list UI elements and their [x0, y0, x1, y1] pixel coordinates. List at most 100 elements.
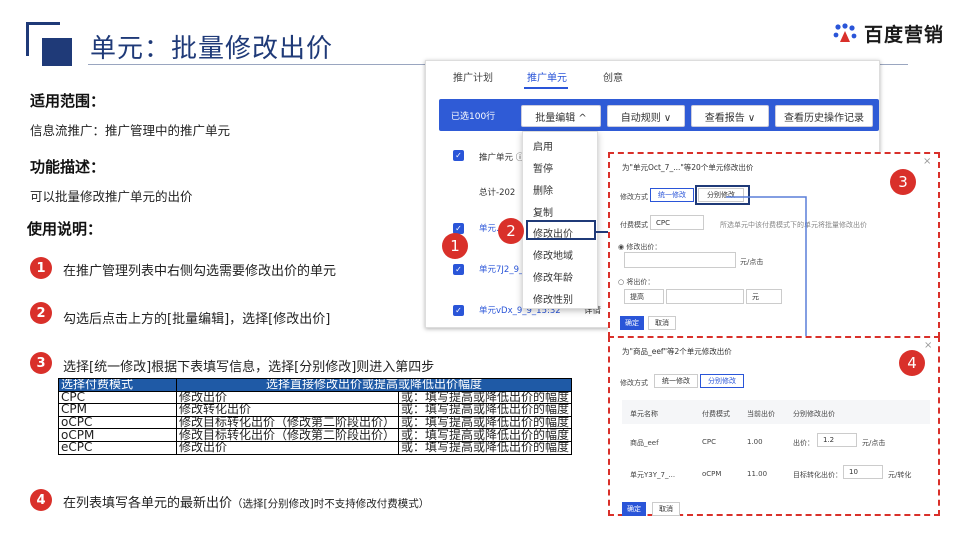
tab-creatives[interactable]: 创意: [603, 69, 623, 84]
dialog3-cancel-button[interactable]: 取消: [648, 316, 676, 330]
view-report-button[interactable]: 查看报告 ∨: [691, 105, 769, 127]
unified-modify-tab[interactable]: 统一修改: [650, 188, 694, 202]
cell-action: 修改目标转化出价（修改第二阶段出价）: [176, 415, 399, 430]
row-bid-label: 出价：: [793, 439, 814, 447]
row-bid-input[interactable]: 10: [843, 465, 883, 479]
baidu-logo: 百度营销: [832, 20, 944, 47]
cell-action: 修改转化出价: [176, 403, 399, 417]
table-header-action: 选择直接修改出价或提高或降低出价幅度: [176, 378, 572, 392]
cell-action: 修改出价: [176, 390, 399, 405]
row-pay-mode: CPC: [702, 438, 716, 446]
mode-label: 修改方式: [620, 379, 648, 387]
table-row: oCPC 修改目标转化出价（修改第二阶段出价） 或：填写提高或降低出价的幅度: [57, 415, 573, 430]
step-1-text: 在推广管理列表中右侧勾选需要修改出价的单元: [63, 264, 337, 279]
row-current-bid: 11.00: [747, 470, 768, 478]
menu-item-region[interactable]: 修改地域: [533, 247, 573, 262]
dialog3-title: 为"单元Oct_7_..."等20个单元修改出价: [622, 163, 754, 172]
step-4-main: 在列表填写各单元的最新出价: [63, 496, 233, 511]
unit-column-header: 推广单元 ⓘ: [479, 153, 525, 163]
cell-alt: 或：填写提高或降低出价的幅度: [397, 428, 573, 442]
tab-plans[interactable]: 推广计划: [453, 69, 493, 84]
table-row: eCPC 修改出价 或：填写提高或降低出价的幅度: [57, 440, 573, 455]
radio-adjust-bid[interactable]: ○ 将出价：: [618, 277, 654, 287]
auto-rules-button[interactable]: 自动规则 ∨: [607, 105, 685, 127]
unit-bid-table: 单元名称 付费模式 当前出价 分别修改出价 商品_eef CPC 1.00 出价…: [622, 400, 930, 490]
menu-item-enable[interactable]: 启用: [533, 138, 553, 153]
row-bid-unit: 元/转化: [888, 471, 912, 479]
arrow-to-dialog4-icon: [726, 196, 810, 349]
batch-edit-button[interactable]: 批量编辑 ^: [521, 105, 601, 127]
radio-modify-bid[interactable]: ◉ 修改出价：: [618, 242, 661, 252]
step-1-number: 1: [30, 257, 52, 279]
scope-text: 信息流推广：推广管理中的推广单元: [30, 123, 231, 138]
cell-alt: 或：填写提高或降低出价的幅度: [397, 403, 573, 417]
step-3-number: 3: [30, 352, 52, 374]
close-icon[interactable]: ×: [923, 156, 931, 167]
logo-text: 百度营销: [864, 24, 945, 46]
cell-alt: 或：填写提高或降低出价的幅度: [397, 390, 573, 405]
step-4-text: 在列表填写各单元的最新出价（选择[分别修改]时不支持修改付费模式）: [63, 492, 429, 511]
pay-mode-select[interactable]: CPC: [650, 215, 704, 230]
tab-units[interactable]: 推广单元: [527, 69, 567, 84]
header-square-fill: [42, 38, 72, 66]
table-row: CPM 修改转化出价 或：填写提高或降低出价的幅度: [57, 403, 573, 417]
row-checkbox[interactable]: ✓: [453, 264, 464, 275]
dialog3-ok-button[interactable]: 确定: [620, 316, 644, 330]
row-unit-name: 单元Y3Y_7_...: [630, 471, 676, 479]
select-all-checkbox[interactable]: ✓: [453, 150, 464, 161]
cell-action: 修改目标转化出价（修改第二阶段出价）: [176, 428, 399, 442]
radio-adjust-bid-label: 将出价：: [626, 278, 655, 286]
marker-3: 3: [890, 169, 916, 195]
cell-action: 修改出价: [176, 440, 399, 455]
table-row: CPC 修改出价 或：填写提高或降低出价的幅度: [57, 390, 573, 405]
dialog4-title: 为"商品_eef"等2个单元修改出价: [622, 347, 732, 356]
cell-mode: CPM: [57, 403, 178, 417]
dialog4-cancel-button[interactable]: 取消: [652, 502, 680, 516]
menu-item-copy[interactable]: 复制: [533, 204, 553, 219]
cell-mode: CPC: [57, 390, 178, 405]
usage-heading: 使用说明：: [27, 220, 103, 238]
row-unit-name: 商品_eef: [630, 439, 659, 447]
marker-2: 2: [498, 218, 524, 244]
row-bid-input[interactable]: 1.2: [817, 433, 857, 447]
dialog4-ok-button[interactable]: 确定: [622, 502, 646, 516]
cell-mode: oCPC: [57, 415, 178, 430]
active-tab-underline: [524, 87, 568, 89]
history-button[interactable]: 查看历史操作记录: [775, 105, 873, 127]
menu-item-delete[interactable]: 删除: [533, 182, 553, 197]
col-unit-name: 单元名称: [630, 410, 658, 418]
col-separate-bid: 分别修改出价: [793, 410, 835, 418]
menu-item-modify-bid[interactable]: 修改出价: [533, 225, 573, 240]
radio-modify-bid-label: 修改出价：: [626, 243, 662, 251]
close-icon[interactable]: ×: [924, 340, 932, 351]
step-4-number: 4: [30, 489, 52, 511]
table-header-mode: 选择付费模式: [57, 378, 178, 392]
page-title: 单元：批量修改出价: [90, 34, 334, 64]
raise-select[interactable]: 提高: [624, 289, 664, 304]
row-bid-label: 目标转化出价：: [793, 471, 842, 479]
unified-modify-tab[interactable]: 统一修改: [654, 374, 698, 388]
cell-mode: eCPC: [57, 440, 178, 455]
step-4-note: （选择[分别修改]时不支持修改付费模式）: [232, 498, 430, 510]
cell-alt: 或：填写提高或降低出价的幅度: [397, 440, 573, 455]
scope-heading: 适用范围：: [30, 92, 106, 110]
menu-item-gender[interactable]: 修改性别: [533, 291, 573, 306]
tab-bar: 推广计划 推广单元 创意: [426, 61, 879, 93]
row-current-bid: 1.00: [747, 438, 763, 446]
menu-item-age[interactable]: 修改年龄: [533, 269, 573, 284]
cell-mode: oCPM: [57, 428, 178, 442]
row-bid-unit: 元/点击: [862, 439, 886, 447]
row-pay-mode: oCPM: [702, 470, 722, 478]
separate-modify-tab[interactable]: 分别修改: [700, 374, 744, 388]
table-body: [622, 424, 930, 490]
marker-4: 4: [899, 350, 925, 376]
step-2-number: 2: [30, 302, 52, 324]
menu-item-pause[interactable]: 暂停: [533, 160, 553, 175]
selected-count: 已选100行: [451, 112, 496, 122]
feature-text: 可以批量修改推广单元的出价: [30, 189, 193, 204]
feature-heading: 功能描述：: [30, 158, 106, 176]
col-current-bid: 当前出价: [747, 410, 775, 418]
bid-input[interactable]: [624, 252, 736, 268]
row-checkbox[interactable]: ✓: [453, 305, 464, 316]
batch-toolbar: 已选100行 批量编辑 ^ 自动规则 ∨ 查看报告 ∨ 查看历史操作记录: [439, 99, 879, 131]
